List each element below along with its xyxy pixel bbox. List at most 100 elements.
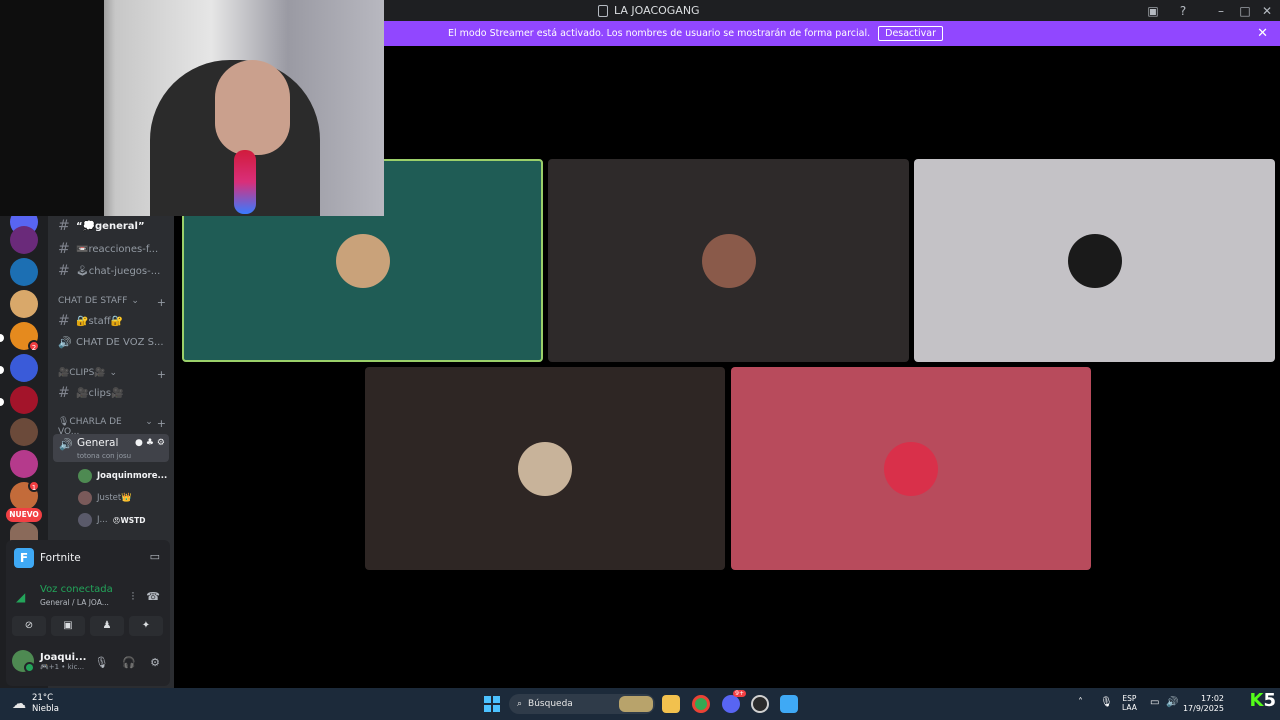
minimize-button[interactable]: – [1213, 3, 1229, 19]
invite-user-icon[interactable]: ♣ [146, 438, 154, 448]
noise-suppression-icon[interactable]: ⫶ [132, 590, 135, 604]
search-placeholder: Búsqueda [528, 699, 573, 709]
channel-clips[interactable]: # 🎥clips🎥 [58, 385, 124, 401]
weather-desc: Niebla [32, 704, 59, 714]
channel-staff[interactable]: # 🔐staff🔐 [58, 313, 123, 329]
headphones-icon[interactable]: 🎧 [122, 656, 136, 669]
new-badge: NUEVO [6, 508, 42, 522]
screen: LA JOACOGANG ▣ ? – □ ✕ El modo Streamer … [0, 0, 1280, 720]
weather-widget[interactable]: ☁ 21°C Niebla [12, 693, 59, 715]
video-tile[interactable] [365, 367, 725, 570]
server-icon[interactable]: 2 [10, 322, 40, 352]
file-explorer-icon[interactable] [662, 695, 680, 713]
voice-user-tag: 😠WSTD [112, 515, 146, 525]
channel-chat-juegos[interactable]: # 🕹chat-juegos-... [58, 263, 160, 279]
weather-text: 21°C Niebla [32, 693, 59, 715]
video-tile[interactable] [548, 159, 909, 362]
activities-button[interactable]: ♟ [90, 616, 124, 636]
voice-user[interactable]: Joaquinmore... [78, 469, 167, 483]
window-title: LA JOACOGANG [598, 4, 700, 17]
server-icon[interactable] [10, 290, 38, 318]
channel-chat-de-voz[interactable]: 🔊 CHAT DE VOZ S... [58, 336, 164, 349]
microphone-icon[interactable]: 🎙 [94, 656, 108, 669]
hash-icon: # [58, 241, 70, 257]
share-screen-button[interactable]: ▣ [51, 616, 85, 636]
system-clock[interactable]: 17:02 17/9/2025 [1183, 694, 1224, 714]
channel-label: 🎥clips🎥 [76, 387, 124, 399]
server-icon[interactable]: 1 [10, 480, 40, 510]
network-icon[interactable]: ▭ [1150, 697, 1159, 708]
clock-time: 17:02 [1200, 694, 1224, 703]
activity-status[interactable]: F Fortnite [14, 548, 81, 568]
webcam-background [0, 0, 104, 216]
avatar [701, 233, 756, 288]
camera-off-button[interactable]: ⊘ [12, 616, 46, 636]
user-status: 🎮+1 • kic... [40, 662, 85, 671]
server-icon[interactable] [10, 226, 38, 254]
server-icon[interactable] [10, 354, 38, 382]
kick-k-icon: K [1249, 690, 1264, 711]
language-indicator[interactable]: ESP LAA [1122, 694, 1137, 712]
inbox-icon[interactable]: ▣ [1145, 3, 1161, 19]
gear-icon[interactable]: ⚙ [150, 656, 160, 669]
channel-label: 🔐staff🔐 [76, 315, 124, 327]
search-highlight-image [619, 696, 653, 712]
voice-user[interactable]: Justet👑 [78, 491, 132, 505]
server-icon[interactable] [10, 258, 38, 286]
video-tile[interactable] [914, 159, 1275, 362]
fortnite-taskbar-icon[interactable] [780, 695, 798, 713]
hash-icon: # [58, 218, 70, 234]
hash-icon: # [58, 263, 70, 279]
chrome-icon[interactable] [692, 695, 710, 713]
add-channel-icon[interactable]: + [157, 296, 166, 309]
volume-icon[interactable]: 🔊 [1166, 697, 1178, 708]
unread-indicator [0, 334, 4, 342]
streamer-mode-banner: El modo Streamer está activado. Los nomb… [384, 21, 1280, 46]
kick-logo: K 5 [1250, 690, 1276, 711]
microphone-icon[interactable]: 🎙 [1100, 697, 1113, 708]
category-chat-de-staff[interactable]: CHAT DE STAFF ⌄ + [58, 296, 166, 309]
avatar [1067, 233, 1122, 288]
server-icon[interactable] [10, 522, 38, 542]
channel-reacciones[interactable]: # 📼reacciones-f... [58, 241, 158, 257]
keyboard-layout: LAA [1122, 703, 1137, 712]
taskbar-search[interactable]: ⌕ Búsqueda [509, 694, 655, 714]
chevron-up-icon[interactable]: ˄ [1078, 697, 1083, 708]
user-info[interactable]: Joaqui... 🎮+1 • kic... [12, 650, 86, 673]
voice-channel-general[interactable]: 🔊 General totona con josu ● ♣ ⚙ [53, 434, 169, 462]
close-icon[interactable]: ✕ [1257, 26, 1268, 41]
soundboard-button[interactable]: ✦ [129, 616, 163, 636]
deactivate-button[interactable]: Desactivar [878, 26, 943, 41]
category-clips[interactable]: 🎥CLIPS🎥 ⌄ + [58, 368, 166, 381]
add-channel-icon[interactable]: + [157, 368, 166, 381]
chat-bubble-icon[interactable]: ● [135, 438, 143, 448]
weather-temp: 21°C [32, 693, 54, 703]
app-icon[interactable] [751, 695, 769, 713]
voice-location: General / LA JOA... [40, 598, 109, 607]
video-tile[interactable] [731, 367, 1091, 570]
server-icon[interactable] [10, 450, 38, 478]
windows-logo-tile [493, 705, 500, 712]
server-icon[interactable] [10, 418, 38, 446]
help-icon[interactable]: ? [1175, 3, 1191, 19]
webcam-person-head [215, 60, 290, 155]
voice-channel-name: General [77, 437, 119, 449]
window-title-text: LA JOACOGANG [614, 4, 700, 17]
voice-user[interactable]: J... 😠WSTD [78, 513, 145, 527]
maximize-button[interactable]: □ [1237, 3, 1253, 19]
channel-general[interactable]: # “💭general” [58, 218, 145, 234]
discord-icon[interactable]: 9+ [722, 690, 746, 713]
chevron-down-icon: ⌄ [131, 296, 139, 306]
channel-label: 📼reacciones-f... [76, 243, 159, 255]
start-button[interactable] [484, 696, 500, 712]
avatar [335, 233, 390, 288]
disconnect-icon[interactable]: ☎ [146, 590, 160, 604]
server-icon[interactable] [10, 386, 38, 414]
gear-icon[interactable]: ⚙ [157, 438, 165, 448]
screen-share-icon[interactable]: ▭ [150, 550, 160, 563]
close-window-button[interactable]: ✕ [1259, 3, 1275, 19]
voice-connected-label: Voz conectada [40, 584, 113, 595]
system-tray: ˄ 🎙 ESP LAA ▭ 🔊 [1070, 688, 1280, 720]
voice-user-name: J... [97, 515, 108, 525]
fortnite-icon: F [14, 548, 34, 568]
